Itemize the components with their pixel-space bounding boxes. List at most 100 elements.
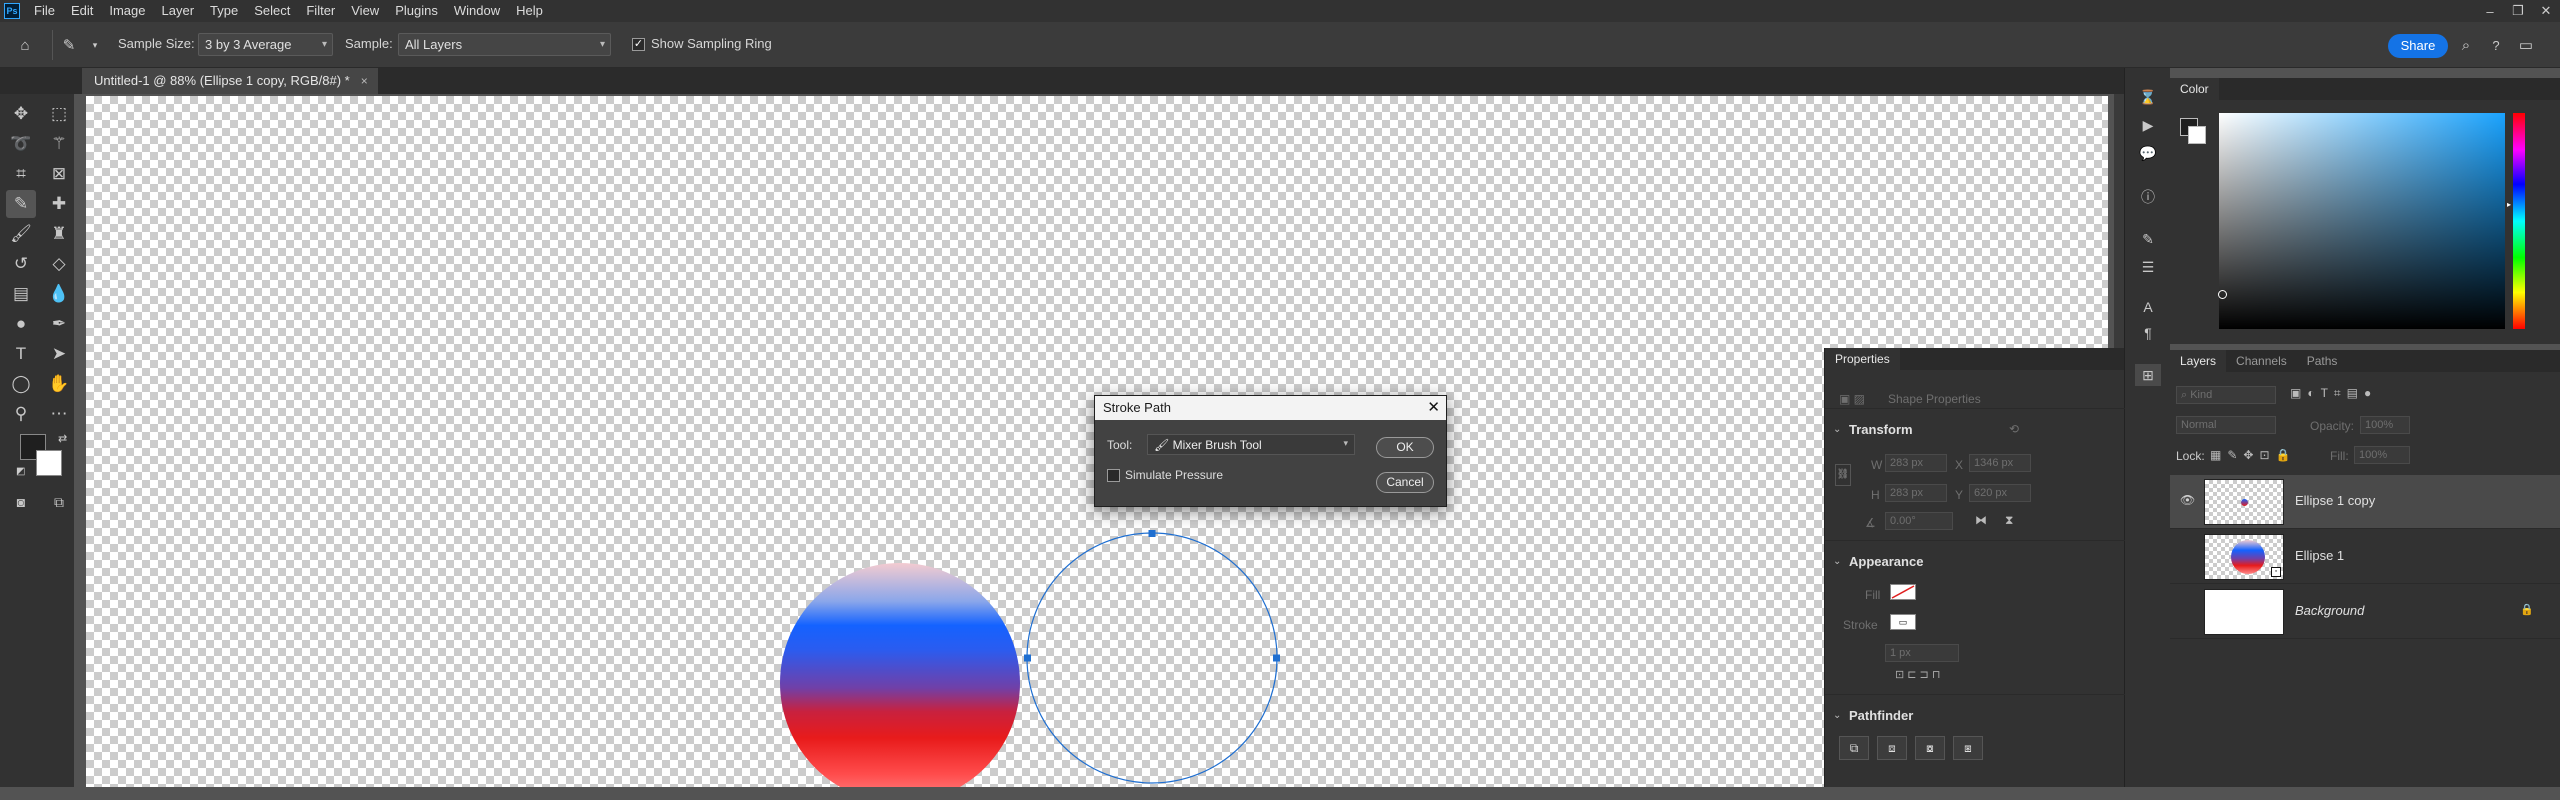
- y-field[interactable]: 620 px: [1969, 484, 2031, 502]
- clone-stamp-tool-icon[interactable]: ♜: [44, 220, 74, 248]
- eye-icon[interactable]: 👁: [2180, 493, 2195, 507]
- layer-filter-icons[interactable]: ▣◐T⌗▤●: [2290, 386, 2377, 401]
- ellipse-1-shape[interactable]: [780, 563, 1020, 787]
- type-tool-icon[interactable]: T: [6, 340, 36, 368]
- tab-layers[interactable]: Layers: [2170, 350, 2227, 372]
- ellipse-tool-icon[interactable]: ◯: [6, 370, 36, 398]
- lasso-tool-icon[interactable]: ➰: [6, 130, 36, 158]
- layer-filter-kind[interactable]: ⌕ Kind: [2176, 386, 2276, 404]
- hand-tool-icon[interactable]: ✋: [44, 370, 74, 398]
- search-icon[interactable]: ⌕: [2455, 34, 2477, 56]
- chevron-down-icon[interactable]: ⌄: [1833, 556, 1841, 567]
- chevron-down-icon[interactable]: ▾: [84, 34, 106, 56]
- menu-select[interactable]: Select: [246, 0, 298, 22]
- fill-field[interactable]: 100%: [2354, 446, 2410, 464]
- blur-tool-icon[interactable]: 💧: [44, 280, 74, 308]
- info-icon[interactable]: ⓘ: [2135, 186, 2161, 208]
- hue-slider[interactable]: [2513, 113, 2525, 329]
- frame-tool-icon[interactable]: ⊠: [44, 160, 74, 188]
- lock-icons[interactable]: ▦✎✥⊡🔒: [2210, 448, 2296, 462]
- screen-mode-icon[interactable]: ⧉: [44, 488, 74, 516]
- hue-slider-handle[interactable]: ▸: [2507, 200, 2511, 209]
- angle-field[interactable]: 0.00°: [1885, 512, 1953, 530]
- width-field[interactable]: 283 px: [1885, 454, 1947, 472]
- subtract-shapes-icon[interactable]: ⧈: [1877, 736, 1907, 760]
- character-icon[interactable]: A: [2135, 296, 2161, 318]
- stroke-width-field[interactable]: 1 px: [1885, 644, 1959, 662]
- menu-type[interactable]: Type: [202, 0, 246, 22]
- menu-file[interactable]: File: [26, 0, 63, 22]
- tab-properties[interactable]: Properties: [1825, 348, 1900, 370]
- menu-filter[interactable]: Filter: [298, 0, 343, 22]
- menu-plugins[interactable]: Plugins: [387, 0, 446, 22]
- eraser-tool-icon[interactable]: ◇: [44, 250, 74, 278]
- brushes-icon[interactable]: ✎: [2135, 228, 2161, 250]
- crop-tool-icon[interactable]: ⌗: [6, 160, 36, 188]
- move-tool-icon[interactable]: ✥: [6, 100, 36, 128]
- stroke-align-icons[interactable]: ⊡ ⊏ ⊐ ⊓: [1895, 668, 1940, 681]
- flip-horizontal-icon[interactable]: ⧓: [1975, 513, 1987, 527]
- flip-vertical-icon[interactable]: ⧗: [2005, 513, 2013, 528]
- menu-help[interactable]: Help: [508, 0, 551, 22]
- dodge-tool-icon[interactable]: ●: [6, 310, 36, 338]
- zoom-tool-icon[interactable]: ⚲: [6, 400, 36, 428]
- document-tab[interactable]: Untitled-1 @ 88% (Ellipse 1 copy, RGB/8#…: [82, 68, 378, 94]
- ok-button[interactable]: OK: [1376, 437, 1434, 458]
- menu-edit[interactable]: Edit: [63, 0, 101, 22]
- swap-colors-icon[interactable]: ⇄: [58, 432, 67, 445]
- menu-layer[interactable]: Layer: [154, 0, 203, 22]
- blend-mode-select[interactable]: Normal: [2176, 416, 2276, 434]
- sample-select[interactable]: All Layers ▾: [398, 33, 611, 56]
- color-picker-handle[interactable]: [2218, 290, 2227, 299]
- fill-swatch-none[interactable]: [1890, 584, 1916, 600]
- pen-tool-icon[interactable]: ✒: [44, 310, 74, 338]
- close-window-button[interactable]: ✕: [2532, 0, 2560, 22]
- history-brush-tool-icon[interactable]: ↺: [6, 250, 36, 278]
- help-icon[interactable]: ?: [2485, 34, 2507, 56]
- tab-color[interactable]: Color: [2170, 78, 2219, 100]
- layer-row[interactable]: Background 🔒: [2170, 585, 2560, 639]
- quick-mask-icon[interactable]: ◙: [6, 488, 36, 516]
- chevron-down-icon[interactable]: ⌄: [1833, 424, 1841, 435]
- photoshop-logo[interactable]: Ps: [4, 3, 20, 19]
- cancel-button[interactable]: Cancel: [1376, 472, 1434, 493]
- brush-tool-icon[interactable]: 🖌: [6, 220, 36, 248]
- color-spectrum-field[interactable]: [2219, 113, 2505, 329]
- marquee-tool-icon[interactable]: ⬚: [44, 100, 74, 128]
- tool-select[interactable]: 🖌 Mixer Brush Tool ▾: [1147, 434, 1355, 455]
- close-icon[interactable]: ✕: [1427, 396, 1440, 420]
- gradient-tool-icon[interactable]: ▤: [6, 280, 36, 308]
- chevron-down-icon[interactable]: ⌄: [1833, 710, 1841, 721]
- simulate-pressure-checkbox[interactable]: [1107, 469, 1120, 482]
- layer-name[interactable]: Ellipse 1 copy: [2295, 493, 2375, 508]
- menu-window[interactable]: Window: [446, 0, 508, 22]
- eyedropper-tool-icon[interactable]: ✎: [6, 190, 36, 218]
- background-color-swatch[interactable]: [2188, 126, 2206, 144]
- opacity-field[interactable]: 100%: [2360, 416, 2410, 434]
- layer-name[interactable]: Ellipse 1: [2295, 548, 2344, 563]
- paragraph-icon[interactable]: ¶: [2135, 322, 2161, 344]
- close-icon[interactable]: ×: [361, 68, 368, 94]
- layer-name[interactable]: Background: [2295, 603, 2364, 618]
- home-icon[interactable]: ⌂: [14, 34, 36, 56]
- path-selection-tool-icon[interactable]: ➤: [44, 340, 74, 368]
- more-tools-icon[interactable]: ⋯: [44, 400, 74, 428]
- sample-size-select[interactable]: 3 by 3 Average ▾: [198, 33, 333, 56]
- reset-transform-icon[interactable]: ⟲: [2009, 422, 2019, 436]
- layer-row[interactable]: 👁 Ellipse 1 copy: [2170, 475, 2560, 529]
- adjustments-icon[interactable]: ☰: [2135, 256, 2161, 278]
- layer-row[interactable]: ▫ Ellipse 1: [2170, 530, 2560, 584]
- minimize-button[interactable]: –: [2476, 0, 2504, 22]
- comments-icon[interactable]: 💬: [2135, 142, 2161, 164]
- link-dimensions-icon[interactable]: ⛓: [1835, 464, 1851, 486]
- actions-icon[interactable]: ▶: [2135, 114, 2161, 136]
- background-color-swatch[interactable]: [36, 450, 62, 476]
- share-button[interactable]: Share: [2388, 34, 2448, 58]
- exclude-shapes-icon[interactable]: ⧆: [1953, 736, 1983, 760]
- menu-image[interactable]: Image: [101, 0, 153, 22]
- show-sampling-ring-checkbox[interactable]: ✓: [632, 38, 645, 51]
- default-colors-icon[interactable]: ◩: [16, 466, 25, 477]
- x-field[interactable]: 1346 px: [1969, 454, 2031, 472]
- stroke-swatch[interactable]: ▭: [1890, 614, 1916, 630]
- eyedropper-tool-preset-icon[interactable]: ✎: [58, 34, 80, 56]
